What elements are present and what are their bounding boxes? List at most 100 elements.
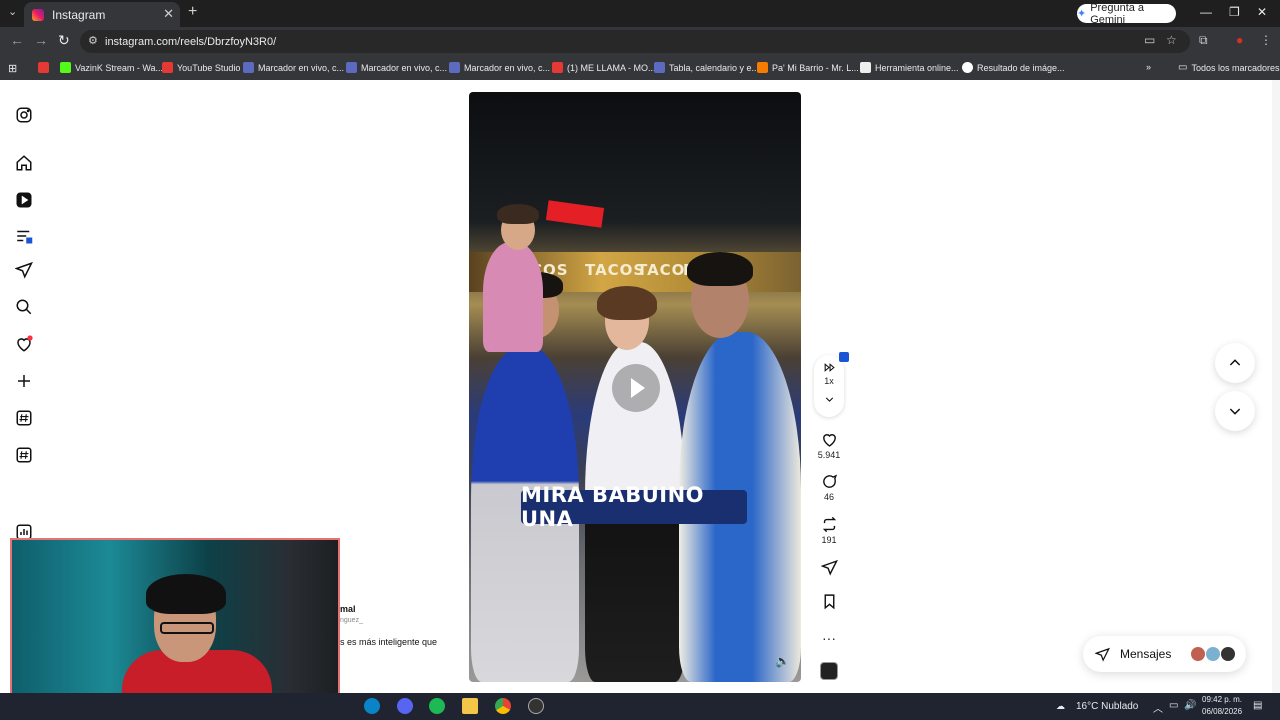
bookmark-8[interactable]: Herramienta online... — [860, 62, 959, 73]
bookmark-star-icon[interactable]: ☆ — [1166, 33, 1177, 47]
bookmark-label: (1) ME LLAMA - MO... — [567, 62, 656, 73]
clock-date[interactable]: 06/08/2026 — [1202, 707, 1242, 716]
close-window-icon[interactable]: ✕ — [1257, 5, 1267, 19]
apps-icon[interactable]: ⊞ — [8, 62, 17, 75]
file-explorer-icon[interactable] — [462, 698, 478, 714]
close-tab-icon[interactable]: ✕ — [163, 6, 174, 22]
reel-video[interactable]: COS TACOS TACOS P MIRA BABUINO UNA 🔈 — [469, 92, 801, 682]
bookmark-0[interactable]: VazinK Stream - Wa... — [60, 62, 163, 73]
bookmark-label: Resultado de imáge... — [977, 62, 1065, 73]
more-bookmarks-icon[interactable]: » — [1146, 62, 1151, 72]
clock-time[interactable]: 09:42 p. m. — [1202, 695, 1242, 704]
video-caption-overlay: MIRA BABUINO UNA — [521, 483, 747, 531]
bookmark-label: Herramienta online... — [875, 62, 959, 73]
reload-icon[interactable]: ↻ — [58, 32, 70, 49]
tab-instagram[interactable]: Instagram ✕ — [24, 2, 180, 27]
tool-icon — [860, 62, 871, 73]
hair — [597, 286, 657, 320]
search-icon[interactable] — [14, 297, 34, 317]
home-icon[interactable] — [14, 153, 34, 173]
spotify-icon[interactable] — [429, 698, 445, 714]
comment-button[interactable]: 46 — [814, 473, 844, 502]
notifications-icon[interactable]: ▤ — [1253, 700, 1262, 711]
page-scrollbar[interactable] — [1272, 80, 1280, 693]
bookmark-6[interactable]: Tabla, calendario y e... — [654, 62, 759, 73]
play-button[interactable] — [612, 364, 660, 412]
hashtag-icon-2[interactable] — [14, 445, 34, 465]
speed-label: 1x — [824, 376, 834, 386]
like-button[interactable]: 5.941 — [814, 431, 844, 460]
author-name[interactable]: mal — [340, 604, 356, 614]
all-bookmarks[interactable]: ▭ Todos los marcadores — [1178, 62, 1280, 73]
discord-icon[interactable] — [397, 698, 413, 714]
bookmarks-bar: ⊞ VazinK Stream - Wa... YouTube Studio M… — [0, 56, 1280, 80]
profile-icon[interactable]: ● — [1236, 33, 1243, 47]
repost-count: 191 — [821, 535, 837, 545]
site-info-icon[interactable]: ⚙ — [88, 34, 98, 47]
cast-icon[interactable]: ▭ — [1144, 33, 1155, 47]
chevron-down-icon — [1229, 408, 1241, 415]
chevron-up-icon — [1229, 359, 1241, 366]
bookmark-3[interactable]: Marcador en vivo, c... — [346, 62, 447, 73]
bookmark-5[interactable]: (1) ME LLAMA - MO... — [552, 62, 656, 73]
minimize-icon[interactable]: — — [1200, 5, 1212, 19]
bookmark-1[interactable]: YouTube Studio — [162, 62, 240, 73]
weather-text[interactable]: 16°C Nublado — [1076, 701, 1138, 712]
bookmark-label: Marcador en vivo, c... — [258, 62, 345, 73]
youtube-icon — [162, 62, 173, 73]
child — [483, 242, 543, 352]
feed-filter-icon[interactable] — [14, 226, 34, 246]
more-options-icon[interactable]: ··· — [814, 630, 844, 646]
avatar — [1190, 646, 1206, 662]
mute-icon[interactable]: 🔈 — [775, 654, 790, 668]
extensions-icon[interactable]: ⧉ — [1199, 33, 1208, 48]
chrome-icon[interactable] — [495, 698, 511, 714]
bookmark-youtube-1[interactable] — [38, 62, 49, 73]
url-field[interactable]: ⚙ instagram.com/reels/DbrzfoyN3R0/ — [80, 30, 1190, 53]
previous-reel-button[interactable] — [1215, 343, 1255, 383]
score-icon — [654, 62, 665, 73]
tab-search-icon[interactable]: ⌄ — [8, 5, 17, 18]
folder-icon: ▭ — [1178, 62, 1188, 73]
gemini-button[interactable]: ✦ Pregunta a Gemini — [1077, 2, 1176, 26]
direct-messages-icon[interactable] — [14, 260, 34, 280]
gemini-spark-icon: ✦ — [1077, 8, 1087, 20]
instagram-favicon-icon — [32, 8, 44, 21]
next-reel-button[interactable] — [1215, 391, 1255, 431]
hashtag-icon[interactable] — [14, 408, 34, 428]
share-button[interactable] — [814, 559, 844, 578]
tray-chevron-icon[interactable]: ︿ — [1153, 700, 1163, 715]
volume-icon[interactable]: 🔊 — [1184, 700, 1196, 711]
youtube-icon — [38, 62, 49, 73]
speed-dropdown[interactable] — [814, 393, 844, 408]
bookmark-4[interactable]: Marcador en vivo, c... — [449, 62, 550, 73]
obs-icon[interactable] — [528, 698, 544, 714]
create-plus-icon[interactable] — [14, 371, 34, 391]
playback-speed-button[interactable]: 1x — [814, 361, 844, 386]
reels-icon[interactable] — [14, 190, 34, 210]
back-icon[interactable]: ← — [10, 32, 24, 48]
bookmark-2[interactable]: Marcador en vivo, c... — [243, 62, 344, 73]
menu-icon[interactable]: ⋮ — [1260, 33, 1272, 47]
repost-button[interactable]: 191 — [814, 516, 844, 545]
new-tab-icon[interactable]: + — [188, 3, 197, 21]
notifications-heart-icon[interactable] — [14, 334, 34, 354]
red-banner — [545, 200, 605, 228]
edge-icon[interactable] — [364, 698, 380, 714]
messages-button[interactable]: Mensajes — [1083, 636, 1246, 672]
messages-icon — [1095, 647, 1110, 662]
author-handle[interactable]: nguez_ — [340, 617, 363, 624]
instagram-logo-icon[interactable] — [14, 105, 34, 125]
bookmark-label: VazinK Stream - Wa... — [75, 62, 164, 73]
score-icon — [243, 62, 254, 73]
network-icon[interactable]: ▭ — [1169, 700, 1178, 711]
bookmark-9[interactable]: Resultado de imáge... — [962, 62, 1065, 73]
forward-icon[interactable]: → — [34, 32, 48, 48]
audio-thumbnail[interactable] — [820, 662, 838, 680]
restore-icon[interactable]: ❐ — [1229, 5, 1240, 19]
bookmark-label: Marcador en vivo, c... — [464, 62, 551, 73]
youtube-icon — [552, 62, 563, 73]
save-button[interactable] — [814, 593, 844, 612]
child-hair — [497, 204, 539, 224]
bookmark-7[interactable]: Pa' Mi Barrio - Mr. L... — [757, 62, 859, 73]
